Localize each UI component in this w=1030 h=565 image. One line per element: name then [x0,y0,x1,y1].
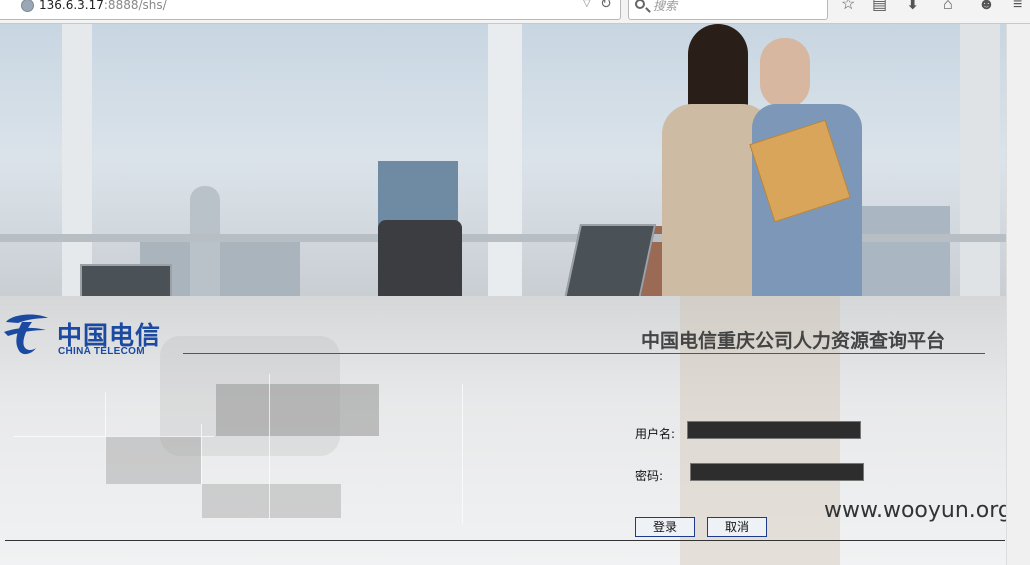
password-input[interactable] [690,463,864,481]
download-icon[interactable]: ⬇ [906,0,919,13]
username-label: 用户名: [635,427,676,441]
cancel-button[interactable]: 取消 [707,517,767,537]
watermark-text: www.wooyun.org [824,498,1012,523]
globe-icon [21,0,34,12]
address-bar[interactable]: 136.6.3.17:8888/shs/ ▽ ↻ [0,0,621,20]
office-photo [0,24,1006,300]
reload-icon[interactable]: ↻ [600,0,612,12]
browser-toolbar: 136.6.3.17:8888/shs/ ▽ ↻ 搜索 ☆ ▤ ⬇ ⌂ ☻ ≡ [0,0,1030,24]
search-icon [635,0,645,9]
url-host: 136.6.3.17 [39,0,104,12]
decor-block [201,484,341,518]
decor-block [216,384,379,436]
smiley-icon[interactable]: ☻ [978,0,995,13]
search-placeholder: 搜索 [653,0,678,13]
url-path: :8888/shs/ [103,0,167,12]
scrollbar[interactable] [1006,24,1030,565]
menu-icon[interactable]: ≡ [1013,0,1022,13]
url-text[interactable]: 136.6.3.17:8888/shs/ [39,0,167,12]
page-title: 中国电信重庆公司人力资源查询平台 [641,330,946,352]
decor-block [105,436,201,484]
bookmarks-icon[interactable]: ▤ [872,0,887,13]
logo-english-text: CHINA TELECOM [58,346,145,357]
footer-divider [5,540,1005,541]
password-label: 密码: [635,469,664,483]
home-icon[interactable]: ⌂ [943,0,953,13]
login-page: 中国电信 CHINA TELECOM 中国电信重庆公司人力资源查询平台 用户名:… [0,24,1006,565]
dropdown-icon[interactable]: ▽ [583,0,591,9]
login-button[interactable]: 登录 [635,517,695,537]
search-bar[interactable]: 搜索 [628,0,828,20]
title-divider [183,353,985,354]
star-icon[interactable]: ☆ [841,0,855,13]
username-input[interactable] [687,421,861,439]
china-telecom-logo-icon [4,314,48,355]
